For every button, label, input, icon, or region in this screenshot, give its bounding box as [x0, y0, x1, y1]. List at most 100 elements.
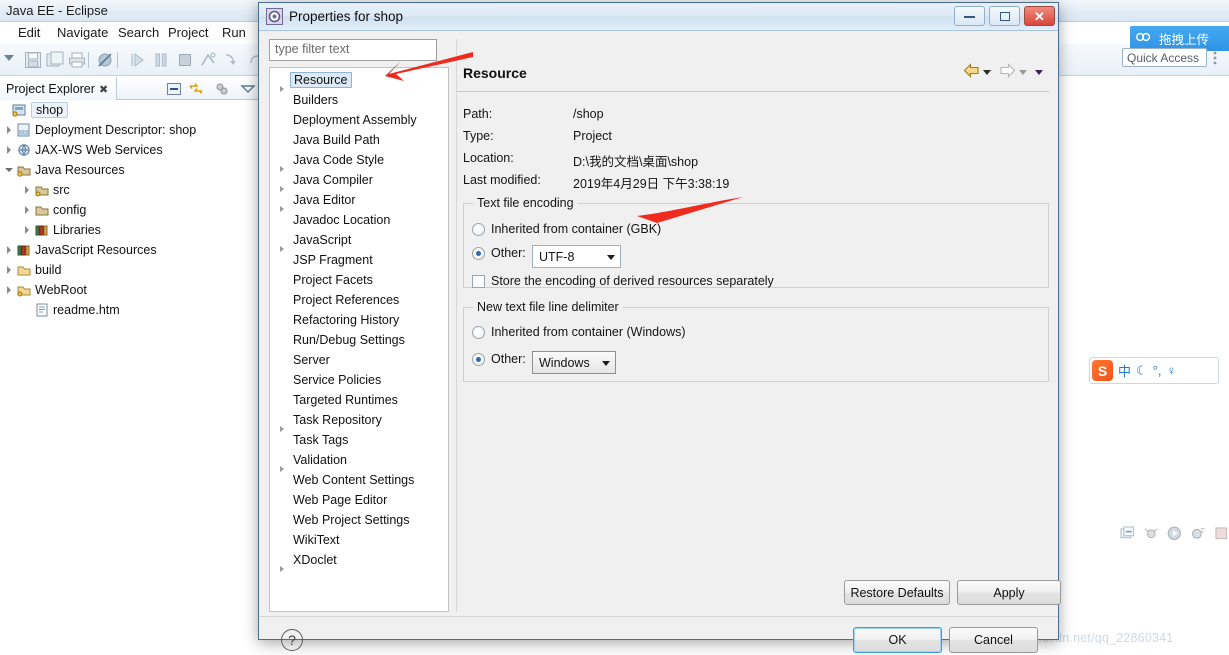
perspective-switcher[interactable] [1211, 48, 1219, 68]
toolbar-dropdown-icon[interactable] [4, 55, 22, 73]
settings-tree-item[interactable]: Javadoc Location [275, 210, 393, 230]
minimize-view-icon[interactable] [1120, 525, 1135, 541]
menu-project[interactable]: Project [168, 25, 208, 40]
page-menu-icon[interactable] [1035, 69, 1043, 75]
run-icon[interactable] [1167, 526, 1182, 541]
settings-tree-item[interactable]: Web Project Settings [275, 510, 413, 530]
maximize-button[interactable] [989, 6, 1020, 26]
apply-button[interactable]: Apply [957, 580, 1061, 605]
project-tree-item[interactable]: 2.5 Deployment Descriptor: shop [0, 120, 196, 140]
project-tree-item[interactable]: readme.htm [0, 300, 120, 320]
terminate-icon[interactable] [176, 51, 194, 69]
stop-icon[interactable] [1214, 526, 1229, 541]
tree-twisty-icon[interactable] [4, 164, 16, 176]
settings-tree-item[interactable]: Resource [275, 70, 352, 92]
settings-tree-item[interactable]: Deployment Assembly [275, 110, 420, 130]
settings-tree-item[interactable]: Validation [275, 450, 350, 472]
view-menu-filters-icon[interactable] [214, 82, 230, 96]
settings-tree-item[interactable]: Task Repository [275, 410, 385, 432]
minimize-button[interactable] [954, 6, 985, 26]
tree-twisty-icon[interactable] [22, 184, 34, 196]
delimiter-inherited-radio[interactable]: Inherited from container (Windows) [472, 325, 686, 339]
ime-moon-icon[interactable]: ☾ [1136, 363, 1148, 379]
settings-tree-item[interactable]: Targeted Runtimes [275, 390, 401, 410]
quick-access-input[interactable]: Quick Access [1122, 48, 1207, 67]
ok-button[interactable]: OK [853, 627, 942, 653]
project-tree-item[interactable]: JavaScript Resources [0, 240, 157, 260]
tree-twisty-icon[interactable] [22, 224, 34, 236]
settings-tree-item[interactable]: Web Page Editor [275, 490, 390, 510]
ime-voice-icon[interactable]: ♀ [1166, 363, 1176, 378]
settings-tree-item[interactable]: JSP Fragment [275, 250, 376, 270]
settings-tree-item[interactable]: Service Policies [275, 370, 384, 390]
link-with-editor-icon[interactable] [188, 82, 204, 96]
settings-tree-item[interactable]: Java Compiler [275, 170, 376, 192]
resume-icon[interactable] [128, 51, 146, 69]
settings-tree-item[interactable]: Web Content Settings [275, 470, 417, 490]
store-derived-checkbox[interactable]: Store the encoding of derived resources … [472, 274, 774, 288]
delimiter-other-radio[interactable]: Other: [472, 352, 526, 366]
save-icon[interactable] [24, 51, 42, 69]
project-tree-item[interactable]: shop [0, 100, 69, 120]
settings-tree-item[interactable]: Refactoring History [275, 310, 402, 330]
settings-tree-item[interactable]: Task Tags [275, 430, 351, 450]
settings-tree-item[interactable]: Project References [275, 290, 402, 310]
tree-twisty-icon[interactable] [4, 144, 16, 156]
settings-tree-item[interactable]: XDoclet [275, 550, 340, 572]
settings-tree-item[interactable]: Java Editor [275, 190, 359, 212]
project-tree-item[interactable]: JAX-WS Web Services [0, 140, 163, 160]
chevron-down-icon[interactable] [596, 352, 615, 374]
back-arrow-icon[interactable] [963, 63, 980, 81]
tree-twisty-icon[interactable] [4, 244, 16, 256]
back-history-dropdown-icon[interactable] [983, 69, 991, 75]
tree-twisty-icon[interactable] [4, 124, 16, 136]
pause-icon[interactable] [152, 51, 170, 69]
encoding-inherited-radio[interactable]: Inherited from container (GBK) [472, 222, 661, 236]
sogou-ime-toolbar[interactable]: S 中 ☾ °, ♀ [1089, 357, 1219, 384]
settings-tree-item[interactable]: WikiText [275, 530, 343, 550]
settings-tree-item[interactable]: Run/Debug Settings [275, 330, 408, 350]
ime-punctuation-icon[interactable]: °, [1153, 363, 1162, 378]
step-into-icon[interactable] [222, 51, 240, 69]
menu-run[interactable]: Run [222, 25, 246, 40]
project-tree-item[interactable]: WebRoot [0, 280, 87, 300]
menu-edit[interactable]: Edit [18, 25, 40, 40]
tab-close-icon[interactable]: ✖ [99, 84, 108, 96]
delimiter-combo[interactable]: Windows [532, 351, 616, 374]
settings-tree[interactable]: Resource Builders Deployment Assembly Java … [269, 67, 449, 612]
settings-tree-item[interactable]: Java Build Path [275, 130, 383, 150]
run-history-icon[interactable] [1191, 526, 1206, 541]
save-all-icon[interactable] [46, 51, 64, 69]
collapse-all-icon[interactable] [166, 82, 182, 96]
close-button[interactable]: ✕ [1024, 6, 1055, 26]
ime-mode-chinese[interactable]: 中 [1118, 361, 1131, 380]
settings-tree-item[interactable]: Project Facets [275, 270, 376, 290]
tab-project-explorer[interactable]: Project Explorer ✖ [0, 76, 118, 100]
menu-search[interactable]: Search [118, 25, 159, 40]
tree-twisty-icon[interactable] [4, 264, 16, 276]
tree-twisty-icon[interactable] [4, 284, 16, 296]
settings-tree-item[interactable]: JavaScript [275, 230, 354, 252]
debug-icon[interactable] [1144, 526, 1159, 541]
settings-tree-item[interactable]: Builders [275, 90, 341, 110]
chevron-down-icon[interactable] [601, 246, 620, 268]
filter-input[interactable]: type filter text [269, 39, 437, 61]
project-tree-item[interactable]: config [0, 200, 86, 220]
skip-breakpoints-icon[interactable] [96, 51, 114, 69]
project-tree-item[interactable]: Java Resources [0, 160, 125, 180]
encoding-combo[interactable]: UTF-8 [532, 245, 621, 268]
cancel-button[interactable]: Cancel [949, 627, 1038, 653]
project-tree-item[interactable]: Libraries [0, 220, 101, 240]
project-tree-item[interactable]: src [0, 180, 70, 200]
disconnect-icon[interactable] [199, 51, 217, 69]
tree-twisty-icon[interactable] [22, 204, 34, 216]
project-tree-item[interactable]: build [0, 260, 61, 280]
help-icon[interactable]: ? [281, 629, 303, 651]
restore-defaults-button[interactable]: Restore Defaults [844, 580, 950, 605]
settings-tree-item[interactable]: Server [275, 350, 333, 370]
view-menu-icon[interactable] [240, 82, 256, 96]
menu-navigate[interactable]: Navigate [57, 25, 108, 40]
encoding-other-radio[interactable]: Other: [472, 246, 526, 260]
print-icon[interactable] [68, 51, 86, 69]
settings-tree-item[interactable]: Java Code Style [275, 150, 387, 172]
